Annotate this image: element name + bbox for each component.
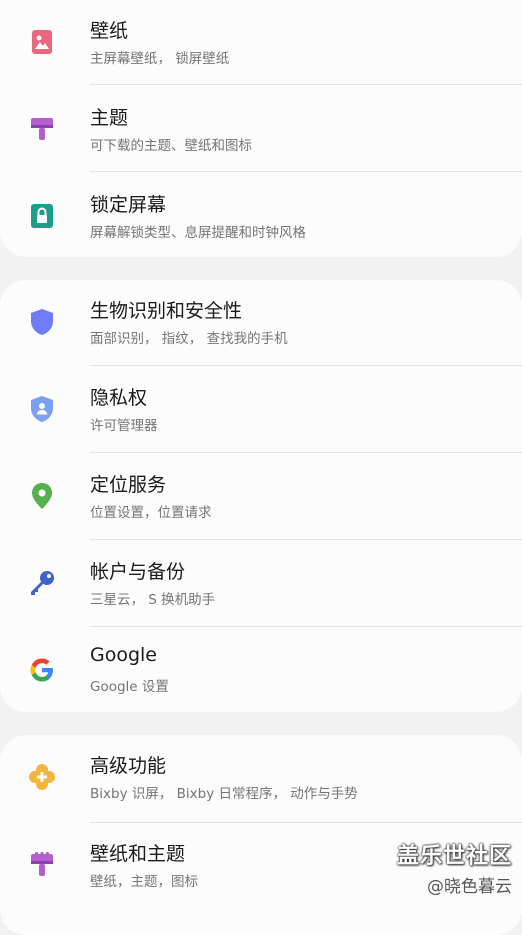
theme-brush-icon: [28, 115, 56, 143]
divider: [90, 539, 522, 540]
settings-item-subtitle: 屏幕解锁类型、息屏提醒和时钟风格: [90, 225, 306, 241]
settings-item-title: 高级功能: [90, 755, 167, 777]
settings-item-subtitle: 壁纸，主题，图标: [90, 874, 198, 890]
settings-item-subtitle: 三星云， S 换机助手: [90, 592, 216, 608]
divider: [90, 365, 522, 366]
advanced-features-icon: [28, 763, 56, 791]
settings-item-themes[interactable]: 主题 可下载的主题、壁纸和图标: [0, 87, 522, 173]
wallpaper-icon: [28, 28, 56, 56]
settings-card-advanced: 高级功能 Bixby 识屏， Bixby 日常程序， 动作与手势 壁纸和主题 壁…: [0, 735, 522, 935]
settings-item-subtitle: 主屏幕壁纸， 锁屏壁纸: [90, 51, 230, 67]
settings-item-google[interactable]: Google Google 设置: [0, 628, 522, 714]
divider: [90, 452, 522, 453]
settings-item-wallpaper[interactable]: 壁纸 主屏幕壁纸， 锁屏壁纸: [0, 0, 522, 86]
settings-item-title: 锁定屏幕: [90, 194, 167, 216]
settings-item-title: 生物识别和安全性: [90, 300, 243, 322]
settings-item-title: 壁纸和主题: [90, 843, 186, 865]
key-icon: [28, 569, 56, 597]
watermark-community: 盖乐世社区: [396, 844, 512, 869]
settings-item-subtitle: Bixby 识屏， Bixby 日常程序， 动作与手势: [90, 786, 358, 802]
settings-card-security: 生物识别和安全性 面部识别， 指纹， 查找我的手机 隐私权 许可管理器 定位服务…: [0, 280, 522, 712]
settings-item-subtitle: Google 设置: [90, 679, 169, 695]
settings-item-subtitle: 可下载的主题、壁纸和图标: [90, 138, 252, 154]
divider: [90, 171, 522, 172]
settings-item-title: 定位服务: [90, 474, 167, 496]
lock-icon: [28, 202, 56, 230]
settings-card-display: 壁纸 主屏幕壁纸， 锁屏壁纸 主题 可下载的主题、壁纸和图标 锁定屏幕 屏幕解锁…: [0, 0, 522, 257]
settings-item-subtitle: 许可管理器: [90, 418, 158, 434]
settings-item-accounts-backup[interactable]: 帐户与备份 三星云， S 换机助手: [0, 541, 522, 627]
settings-item-title: 主题: [90, 107, 129, 129]
google-icon: [28, 656, 56, 684]
settings-item-subtitle: 位置设置，位置请求: [90, 505, 212, 521]
settings-item-title: 隐私权: [90, 387, 148, 409]
settings-item-subtitle: 面部识别， 指纹， 查找我的手机: [90, 331, 288, 347]
privacy-shield-icon: [28, 395, 56, 423]
divider: [90, 84, 522, 85]
location-pin-icon: [28, 482, 56, 510]
settings-item-title: 帐户与备份: [90, 561, 186, 583]
settings-item-title: 壁纸: [90, 20, 129, 42]
settings-item-title: Google: [90, 644, 158, 666]
wallpaper-theme-brush-icon: [28, 851, 56, 879]
settings-item-privacy[interactable]: 隐私权 许可管理器: [0, 367, 522, 453]
watermark-author: @晓色暮云: [427, 877, 512, 897]
settings-item-location[interactable]: 定位服务 位置设置，位置请求: [0, 454, 522, 540]
settings-item-lock-screen[interactable]: 锁定屏幕 屏幕解锁类型、息屏提醒和时钟风格: [0, 174, 522, 260]
settings-item-advanced-features[interactable]: 高级功能 Bixby 识屏， Bixby 日常程序， 动作与手势: [0, 735, 522, 821]
divider: [90, 626, 522, 627]
shield-icon: [28, 308, 56, 336]
settings-item-biometrics-security[interactable]: 生物识别和安全性 面部识别， 指纹， 查找我的手机: [0, 280, 522, 366]
